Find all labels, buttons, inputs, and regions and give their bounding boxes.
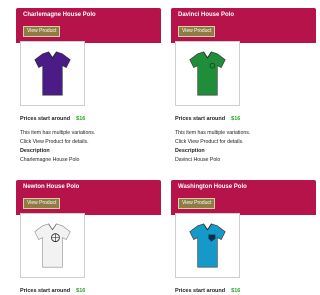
variation-note: This item has multiple variations.	[175, 130, 251, 136]
product-card-newton: Newton House Polo View Product Prices st…	[16, 180, 161, 295]
product-image[interactable]	[175, 41, 240, 106]
description-text: Davinci House Polo	[175, 157, 221, 163]
polo-shirt-icon	[189, 223, 226, 268]
polo-shirt-icon	[189, 51, 226, 96]
polo-shirt-icon	[34, 51, 71, 96]
details-note: Click View Product for details.	[175, 139, 244, 145]
product-card-header: Washington House Polo View Product	[171, 180, 316, 215]
description-text: Charlemagne House Polo	[20, 157, 80, 163]
price-row: Prices start around $16	[175, 116, 240, 122]
product-image[interactable]	[175, 213, 240, 278]
price-row: Prices start around $16	[175, 288, 240, 294]
product-card-charlemagne: Charlemagne House Polo View Product Pric…	[16, 8, 161, 168]
product-card-washington: Washington House Polo View Product Price…	[171, 180, 316, 295]
price-label: Prices start around	[20, 116, 71, 122]
price-value: $16	[76, 116, 86, 122]
description-heading: Description	[20, 148, 50, 154]
price-value: $16	[231, 116, 241, 122]
price-row: Prices start around $16	[20, 288, 85, 294]
product-card-header: Davinci House Polo View Product	[171, 8, 316, 43]
variation-note: This item has multiple variations.	[20, 130, 96, 136]
price-label: Prices start around	[175, 116, 226, 122]
view-product-button[interactable]: View Product	[178, 198, 216, 209]
product-card-header: Charlemagne House Polo View Product	[16, 8, 161, 43]
product-title: Washington House Polo	[178, 184, 247, 190]
view-product-button[interactable]: View Product	[178, 26, 216, 37]
price-value: $16	[231, 288, 241, 294]
details-note: Click View Product for details.	[20, 139, 89, 145]
product-card-davinci: Davinci House Polo View Product Prices s…	[171, 8, 316, 168]
price-value: $16	[76, 288, 86, 294]
product-image[interactable]	[20, 41, 85, 106]
description-heading: Description	[175, 148, 205, 154]
product-title: Davinci House Polo	[178, 12, 235, 18]
product-title: Charlemagne House Polo	[23, 12, 96, 18]
price-label: Prices start around	[175, 288, 226, 294]
price-row: Prices start around $16	[20, 116, 85, 122]
polo-shirt-icon	[34, 223, 71, 268]
view-product-button[interactable]: View Product	[23, 198, 61, 209]
view-product-button[interactable]: View Product	[23, 26, 61, 37]
product-title: Newton House Polo	[23, 184, 80, 190]
product-card-header: Newton House Polo View Product	[16, 180, 161, 215]
product-image[interactable]	[20, 213, 85, 278]
price-label: Prices start around	[20, 288, 71, 294]
